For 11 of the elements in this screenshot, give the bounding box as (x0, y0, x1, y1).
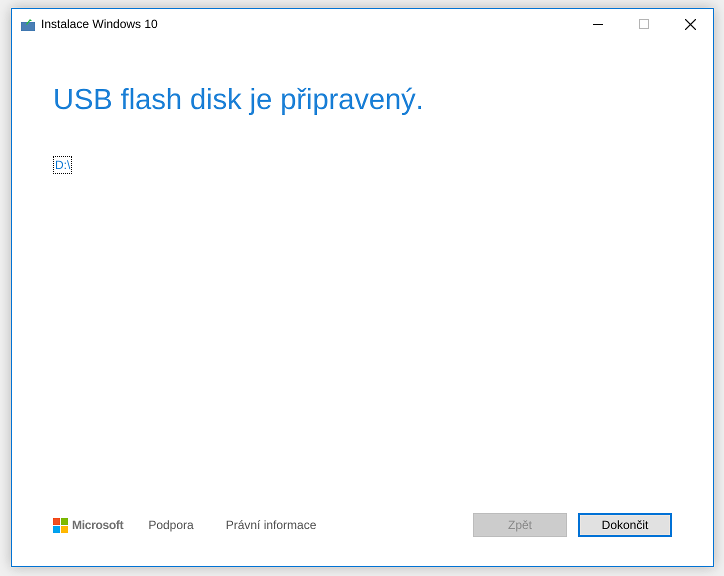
brand-name: Microsoft (72, 517, 124, 534)
drive-item[interactable]: D:\ (53, 156, 72, 174)
footer-link[interactable]: Podpora (148, 516, 194, 534)
wizard-button[interactable]: Dokončit (578, 513, 672, 537)
page-heading: USB flash disk je připravený. (53, 83, 424, 118)
maximize-icon (639, 19, 649, 29)
logo-icon (53, 518, 68, 532)
footer-link[interactable]: Právní informace (226, 516, 316, 534)
window-title: Instalace Windows 10 (41, 16, 158, 33)
setup-icon (21, 18, 35, 30)
close-icon (684, 18, 696, 30)
